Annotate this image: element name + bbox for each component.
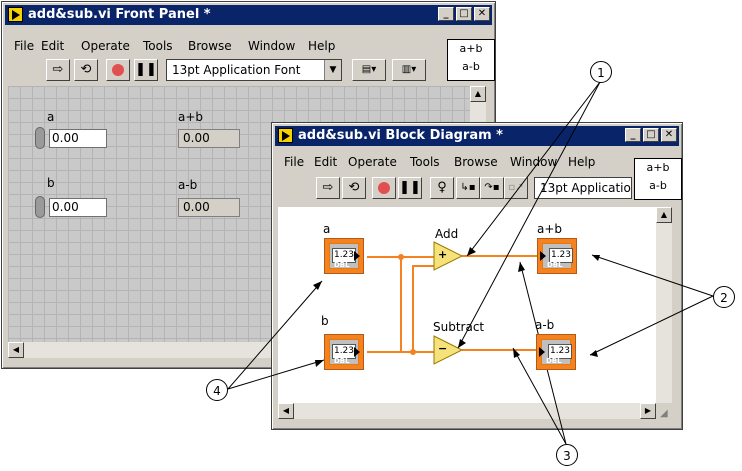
- font-dropdown[interactable]: 13pt Application Font ▼: [166, 59, 342, 81]
- minimize-icon[interactable]: _: [625, 128, 641, 142]
- terminal-sum-type: DBL: [547, 261, 563, 269]
- icon-line-2: a-b: [649, 179, 667, 192]
- block-diagram-vertical-scrollbar[interactable]: ▲: [656, 207, 672, 403]
- menu-edit[interactable]: Edit: [314, 153, 337, 171]
- menu-file[interactable]: File: [14, 37, 34, 55]
- pause-icon[interactable]: ❚❚: [134, 59, 158, 81]
- icon-line-2: a-b: [462, 60, 480, 73]
- block-diagram-horizontal-scrollbar[interactable]: ◀ ▶: [278, 403, 656, 419]
- terminal-diff-type: DBL: [546, 357, 562, 365]
- menu-operate[interactable]: Operate: [81, 37, 130, 55]
- block-diagram-menubar: File Edit Operate Tools Browse Window He…: [278, 153, 623, 171]
- highlight-execution-icon[interactable]: ♀: [430, 177, 454, 199]
- menu-window[interactable]: Window: [248, 37, 295, 55]
- run-arrow-icon[interactable]: ⇨: [316, 177, 340, 199]
- menu-help[interactable]: Help: [568, 153, 595, 171]
- scroll-left-icon[interactable]: ◀: [278, 403, 294, 419]
- scroll-left-icon[interactable]: ◀: [8, 342, 24, 358]
- minimize-icon[interactable]: _: [438, 7, 454, 21]
- run-arrow-icon[interactable]: ⇨: [46, 59, 70, 81]
- terminal-sum-label: a+b: [537, 222, 563, 236]
- front-panel-titlebar[interactable]: add&sub.vi Front Panel * _ □ ✕: [5, 5, 492, 25]
- vi-connector-icon[interactable]: a+b a-b: [447, 39, 495, 81]
- front-panel-title: add&sub.vi Front Panel *: [28, 7, 211, 22]
- menu-edit[interactable]: Edit: [41, 37, 64, 55]
- run-continuously-icon[interactable]: ⟲: [342, 177, 366, 199]
- front-panel-menubar: File Edit Operate Tools Browse Window He…: [8, 37, 438, 55]
- terminal-a-type: DBL: [334, 261, 350, 269]
- terminal-a[interactable]: 1.23 DBL: [324, 238, 364, 274]
- terminal-b-label: b: [321, 314, 329, 328]
- close-icon[interactable]: ✕: [474, 7, 490, 21]
- vi-icon: [278, 128, 293, 143]
- block-diagram-toolbar: ⇨ ⟲ ❚❚ ♀ ↳▪ ↷▪ ▫↗ 13pt Applicatio: [278, 177, 633, 203]
- maximize-icon[interactable]: □: [456, 7, 472, 21]
- vi-connector-icon[interactable]: a+b a-b: [634, 158, 682, 200]
- step-out-icon[interactable]: ▫↗: [504, 177, 528, 199]
- subtract-symbol: −: [438, 342, 448, 355]
- vi-icon: [8, 7, 23, 22]
- terminal-diff[interactable]: 1.23 DBL: [536, 334, 576, 370]
- block-diagram-titlebar[interactable]: add&sub.vi Block Diagram * _ □ ✕: [275, 126, 679, 146]
- increment-decrement-icon[interactable]: [35, 127, 45, 149]
- distribute-objects-icon[interactable]: ▥▾: [392, 59, 426, 81]
- font-dropdown-value: 13pt Applicatio: [540, 181, 631, 195]
- scroll-up-icon[interactable]: ▲: [656, 207, 672, 223]
- control-b-label: b: [47, 176, 55, 190]
- font-dropdown[interactable]: 13pt Applicatio: [534, 177, 632, 199]
- step-into-icon[interactable]: ↳▪: [456, 177, 480, 199]
- scroll-up-icon[interactable]: ▲: [470, 86, 486, 102]
- block-diagram-window: add&sub.vi Block Diagram * _ □ ✕ File Ed…: [271, 122, 683, 430]
- menu-operate[interactable]: Operate: [348, 153, 397, 171]
- indicator-sum-field: 0.00: [178, 129, 240, 148]
- callout-4: 4: [206, 379, 228, 401]
- callout-3: 3: [556, 444, 578, 466]
- icon-line-1: a+b: [646, 161, 670, 174]
- maximize-icon[interactable]: □: [643, 128, 659, 142]
- front-panel-toolbar: ⇨ ⟲ ❚❚ 13pt Application Font ▼ ▤▾ ▥▾: [8, 59, 438, 85]
- terminal-a-label: a: [323, 222, 331, 236]
- terminal-b[interactable]: 1.23 DBL: [324, 334, 364, 370]
- menu-browse[interactable]: Browse: [454, 153, 498, 171]
- menu-help[interactable]: Help: [308, 37, 335, 55]
- terminal-b-type: DBL: [334, 357, 350, 365]
- align-objects-icon[interactable]: ▤▾: [352, 59, 386, 81]
- menu-file[interactable]: File: [284, 153, 304, 171]
- run-continuously-icon[interactable]: ⟲: [74, 59, 98, 81]
- control-a-label: a: [47, 110, 55, 124]
- callout-1: 1: [590, 61, 612, 83]
- abort-icon[interactable]: [106, 59, 130, 81]
- control-a-field[interactable]: 0.00: [49, 129, 107, 148]
- terminal-diff-label: a-b: [535, 318, 555, 332]
- abort-icon[interactable]: [372, 177, 396, 199]
- menu-tools[interactable]: Tools: [410, 153, 440, 171]
- indicator-diff-field: 0.00: [178, 198, 240, 217]
- block-diagram-canvas[interactable]: [278, 207, 656, 403]
- increment-decrement-icon[interactable]: [35, 196, 45, 218]
- icon-line-1: a+b: [459, 42, 483, 55]
- indicator-sum-label: a+b: [178, 110, 204, 124]
- menu-tools[interactable]: Tools: [143, 37, 173, 55]
- font-dropdown-value: 13pt Application Font: [172, 63, 301, 77]
- block-diagram-title: add&sub.vi Block Diagram *: [298, 128, 503, 143]
- step-over-icon[interactable]: ↷▪: [480, 177, 504, 199]
- add-symbol: +: [438, 248, 448, 261]
- callout-2: 2: [713, 286, 735, 308]
- terminal-sum[interactable]: 1.23 DBL: [537, 238, 577, 274]
- resize-grip-icon[interactable]: ◢: [660, 407, 674, 421]
- subtract-node-label: Subtract: [433, 320, 485, 334]
- control-b-field[interactable]: 0.00: [49, 198, 107, 217]
- pause-icon[interactable]: ❚❚: [398, 177, 422, 199]
- indicator-diff-label: a-b: [178, 178, 198, 192]
- close-icon[interactable]: ✕: [661, 128, 677, 142]
- scroll-right-icon[interactable]: ▶: [640, 403, 656, 419]
- menu-browse[interactable]: Browse: [188, 37, 232, 55]
- add-node-label: Add: [435, 227, 459, 241]
- chevron-down-icon: ▼: [324, 60, 341, 80]
- menu-window[interactable]: Window: [510, 153, 557, 171]
